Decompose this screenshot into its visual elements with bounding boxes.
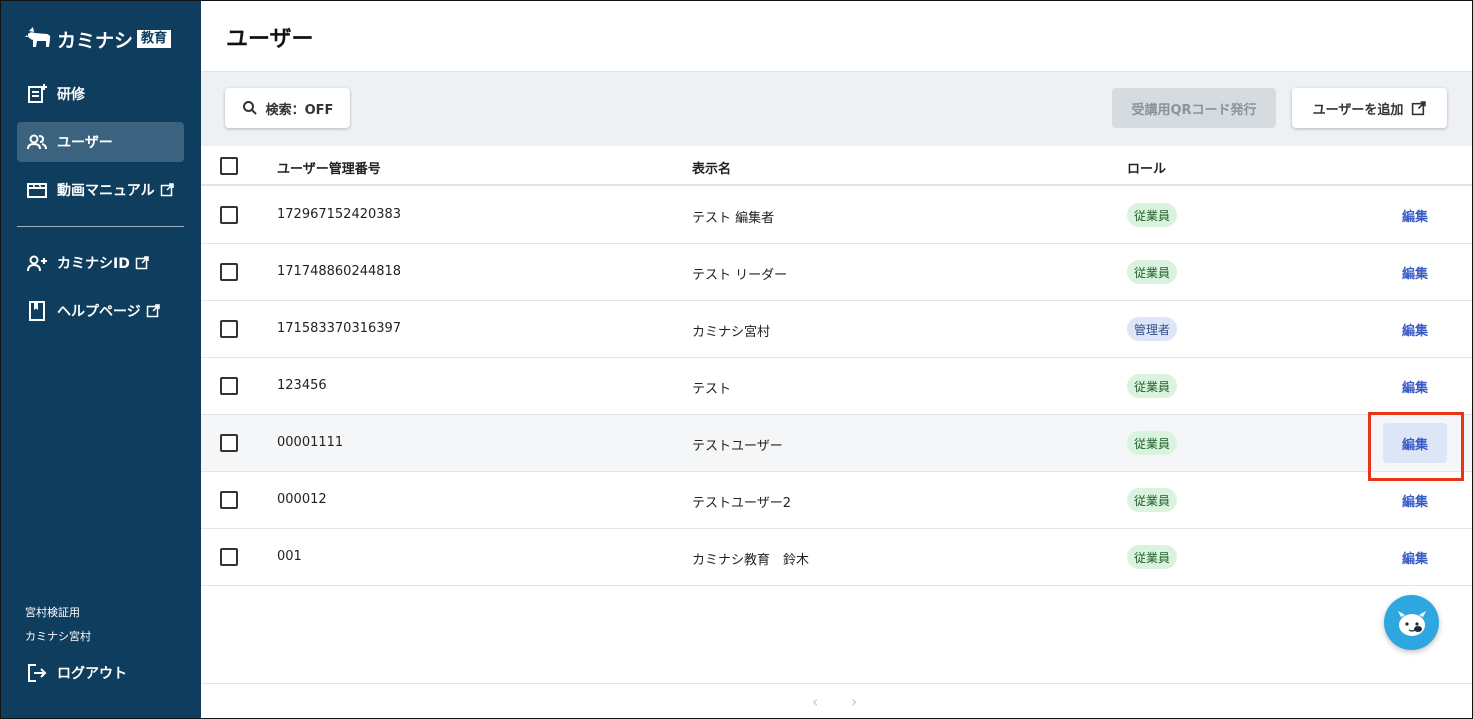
edit-button[interactable]: 編集: [1383, 537, 1447, 577]
search-icon: [242, 101, 257, 115]
goat-logo-icon: [25, 27, 51, 47]
sidebar-item-kaminashi-id[interactable]: カミナシID: [17, 243, 184, 283]
user-id: 123456: [277, 378, 327, 393]
role-badge: 従業員: [1127, 260, 1178, 284]
page-title: ユーザー: [226, 27, 314, 52]
add-user-label: ユーザーを追加: [1312, 102, 1404, 118]
role-badge: 従業員: [1127, 545, 1178, 569]
user-id: 172967152420383: [277, 207, 402, 222]
edit-button[interactable]: 編集: [1383, 195, 1447, 235]
row-checkbox[interactable]: [220, 491, 238, 509]
main-content: ユーザー 検索：OFF 受講用QRコード発行 ユーザーを追加 ユーザー管理番号 …: [201, 1, 1472, 718]
table-row: 171583370316397 カミナシ宮村 管理者 編集: [201, 301, 1472, 358]
logo: カミナシ 教育: [25, 23, 172, 55]
row-checkbox[interactable]: [220, 377, 238, 395]
account-user: カミナシ宮村: [25, 630, 91, 643]
row-checkbox[interactable]: [220, 548, 238, 566]
row-checkbox[interactable]: [220, 206, 238, 224]
pagination-bar: ‹ ›: [201, 683, 1472, 718]
user-display-name: テストユーザー2: [692, 496, 792, 511]
prev-page-button[interactable]: ‹: [812, 692, 818, 711]
row-checkbox[interactable]: [220, 320, 238, 338]
sidebar-item-label: 動画マニュアル: [57, 183, 155, 199]
video-icon: [25, 178, 49, 202]
user-id: 00001111: [277, 435, 344, 450]
brand-name: カミナシ: [57, 29, 134, 52]
edit-button[interactable]: 編集: [1383, 252, 1447, 292]
user-display-name: カミナシ宮村: [692, 325, 771, 340]
user-id: 000012: [277, 492, 327, 507]
select-all-checkbox[interactable]: [220, 157, 238, 175]
brand-badge: 教育: [137, 30, 172, 48]
sidebar-item-help[interactable]: ヘルプページ: [17, 291, 184, 331]
external-link-icon: [1412, 100, 1427, 115]
role-badge: 管理者: [1127, 317, 1178, 341]
edit-button[interactable]: 編集: [1383, 309, 1447, 349]
sidebar-item-label: ヘルプページ: [57, 304, 141, 320]
table-row: 171748860244818 テスト リーダー 従業員 編集: [201, 244, 1472, 301]
table-row: 001 カミナシ教育 鈴木 従業員 編集: [201, 529, 1472, 586]
search-toggle-button[interactable]: 検索：OFF: [225, 88, 350, 128]
users-icon: [25, 130, 49, 154]
row-checkbox[interactable]: [220, 434, 238, 452]
book-icon: [25, 299, 49, 323]
logout-button[interactable]: ログアウト: [17, 653, 184, 693]
add-user-button[interactable]: ユーザーを追加: [1292, 88, 1447, 128]
goat-mascot-icon: [1397, 610, 1426, 636]
logout-label: ログアウト: [57, 666, 127, 682]
table-row: 123456 テスト 従業員 編集: [201, 358, 1472, 415]
external-link-icon: [135, 256, 149, 270]
sidebar-item-label: 研修: [57, 87, 85, 103]
toolbar: 検索：OFF 受講用QRコード発行 ユーザーを追加: [201, 72, 1472, 146]
column-header-id: ユーザー管理番号: [277, 162, 381, 177]
user-id: 171583370316397: [277, 321, 402, 336]
user-display-name: カミナシ教育 鈴木: [692, 553, 810, 568]
user-display-name: テストユーザー: [692, 439, 783, 454]
user-add-icon: [25, 251, 49, 275]
sidebar-item-label: ユーザー: [57, 135, 113, 151]
highlight-annotation: [1368, 412, 1464, 481]
user-display-name: テスト リーダー: [692, 268, 788, 283]
role-badge: 従業員: [1127, 374, 1178, 398]
sidebar-item-label: カミナシID: [57, 256, 130, 272]
next-page-button[interactable]: ›: [851, 692, 857, 711]
user-id: 001: [277, 549, 302, 564]
qr-label: 受講用QRコード発行: [1131, 102, 1257, 118]
external-link-icon: [146, 304, 160, 318]
sidebar-item-training[interactable]: 研修: [17, 74, 184, 114]
chat-support-button[interactable]: [1384, 595, 1439, 650]
column-header-role: ロール: [1127, 162, 1167, 177]
app-window: カミナシ 教育 研修 ユーザー 動画マニュアル カミナシID ヘルプページ 宮村…: [0, 0, 1473, 719]
table-row: 000012 テストユーザー2 従業員 編集: [201, 472, 1472, 529]
user-display-name: テスト: [692, 382, 732, 397]
user-id: 171748860244818: [277, 264, 402, 279]
sidebar-item-users[interactable]: ユーザー: [17, 122, 184, 162]
role-badge: 従業員: [1127, 203, 1178, 227]
column-header-name: 表示名: [692, 162, 732, 177]
sidebar-divider: [17, 226, 184, 227]
edit-button[interactable]: 編集: [1383, 480, 1447, 520]
issue-qr-button[interactable]: 受講用QRコード発行: [1112, 88, 1276, 128]
sidebar: カミナシ 教育 研修 ユーザー 動画マニュアル カミナシID ヘルプページ 宮村…: [1, 1, 201, 718]
role-badge: 従業員: [1127, 488, 1178, 512]
sidebar-item-video-manual[interactable]: 動画マニュアル: [17, 170, 184, 210]
document-add-icon: [25, 82, 49, 106]
search-label: 検索：OFF: [265, 102, 334, 118]
table-header-row: ユーザー管理番号 表示名 ロール: [201, 146, 1472, 186]
edit-button[interactable]: 編集: [1383, 366, 1447, 406]
account-org: 宮村検証用: [25, 606, 80, 619]
external-link-icon: [160, 183, 174, 197]
logout-icon: [25, 661, 49, 685]
user-display-name: テスト 編集者: [692, 211, 775, 226]
role-badge: 従業員: [1127, 431, 1178, 455]
page-header: ユーザー: [201, 1, 1472, 72]
row-checkbox[interactable]: [220, 263, 238, 281]
table-row: 172967152420383 テスト 編集者 従業員 編集: [201, 187, 1472, 244]
table-row: 00001111 テストユーザー 従業員 編集: [201, 415, 1472, 472]
